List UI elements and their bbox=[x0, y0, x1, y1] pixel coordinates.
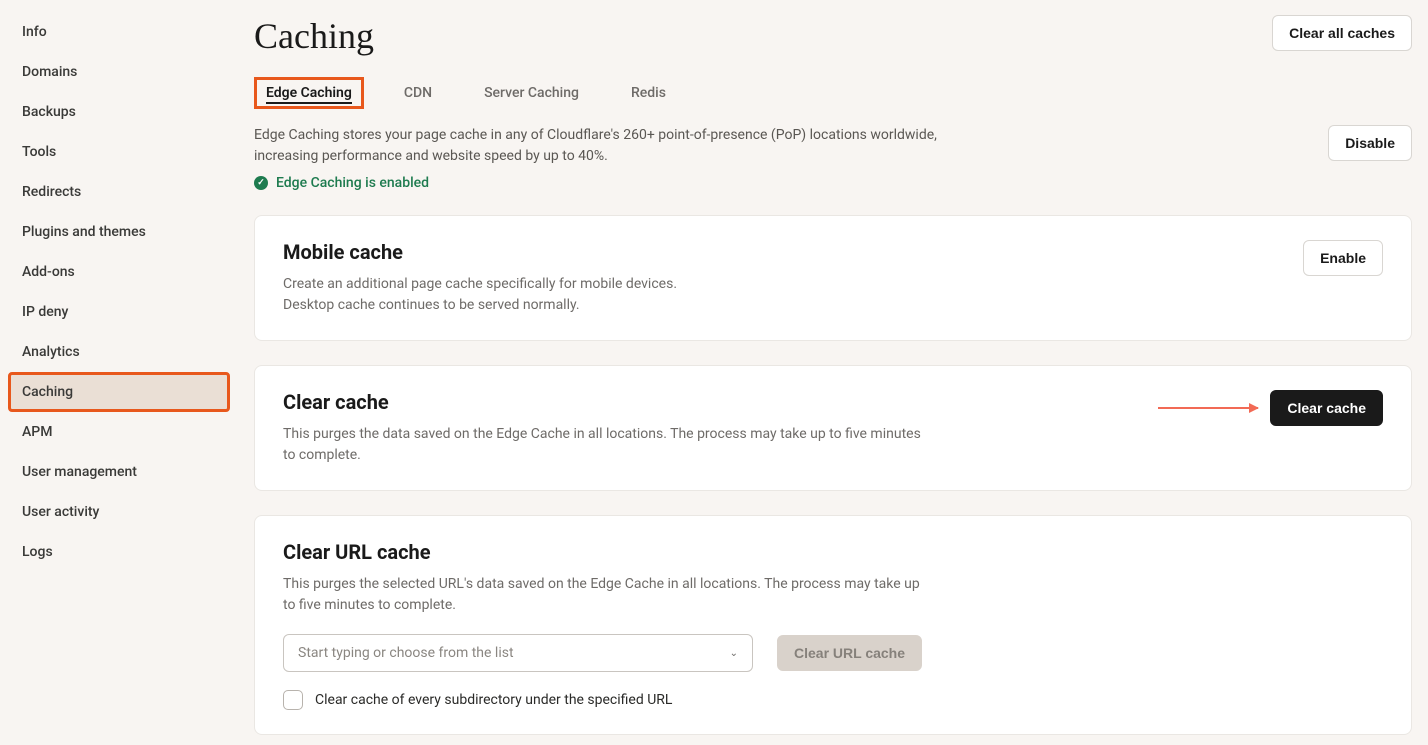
clear-cache-card: Clear cache This purges the data saved o… bbox=[254, 365, 1412, 491]
sidebar-item-info[interactable]: Info bbox=[8, 12, 230, 52]
main-content: Caching Clear all caches Edge Caching CD… bbox=[238, 0, 1428, 745]
sidebar-item-useractivity[interactable]: User activity bbox=[8, 492, 230, 532]
subdirectory-checkbox[interactable] bbox=[283, 690, 303, 710]
tab-redis[interactable]: Redis bbox=[619, 77, 678, 109]
sidebar-item-analytics[interactable]: Analytics bbox=[8, 332, 230, 372]
sidebar-item-tools[interactable]: Tools bbox=[8, 132, 230, 172]
sidebar-item-addons[interactable]: Add-ons bbox=[8, 252, 230, 292]
clear-all-caches-button[interactable]: Clear all caches bbox=[1272, 15, 1412, 51]
page-header: Caching Clear all caches bbox=[254, 15, 1412, 57]
chevron-down-icon: ⌄ bbox=[730, 648, 738, 659]
enable-mobile-cache-button[interactable]: Enable bbox=[1303, 240, 1383, 276]
url-combobox[interactable]: Start typing or choose from the list ⌄ bbox=[283, 634, 753, 672]
sidebar-item-caching[interactable]: Caching bbox=[8, 372, 230, 412]
page-title: Caching bbox=[254, 15, 374, 57]
sidebar-item-ipdeny[interactable]: IP deny bbox=[8, 292, 230, 332]
clear-url-desc: This purges the selected URL's data save… bbox=[283, 574, 923, 616]
status-text: Edge Caching is enabled bbox=[276, 175, 429, 191]
mobile-cache-desc-line1: Create an additional page cache specific… bbox=[283, 276, 677, 292]
sidebar: Info Domains Backups Tools Redirects Plu… bbox=[0, 0, 238, 745]
mobile-cache-card: Mobile cache Create an additional page c… bbox=[254, 215, 1412, 341]
mobile-cache-desc-line2: Desktop cache continues to be served nor… bbox=[283, 297, 580, 313]
clear-url-title: Clear URL cache bbox=[283, 540, 1383, 564]
clear-url-cache-button[interactable]: Clear URL cache bbox=[777, 635, 922, 671]
mobile-cache-desc: Create an additional page cache specific… bbox=[283, 274, 677, 316]
intro-row: Edge Caching stores your page cache in a… bbox=[254, 125, 1412, 167]
mobile-cache-title: Mobile cache bbox=[283, 240, 677, 264]
clear-cache-desc: This purges the data saved on the Edge C… bbox=[283, 424, 923, 466]
disable-button[interactable]: Disable bbox=[1328, 125, 1412, 161]
clear-cache-button[interactable]: Clear cache bbox=[1270, 390, 1383, 426]
clear-cache-title: Clear cache bbox=[283, 390, 923, 414]
sidebar-item-apm[interactable]: APM bbox=[8, 412, 230, 452]
sidebar-item-plugins[interactable]: Plugins and themes bbox=[8, 212, 230, 252]
sidebar-item-logs[interactable]: Logs bbox=[8, 532, 230, 572]
sidebar-item-redirects[interactable]: Redirects bbox=[8, 172, 230, 212]
subdirectory-checkbox-label: Clear cache of every subdirectory under … bbox=[315, 692, 672, 708]
sidebar-item-domains[interactable]: Domains bbox=[8, 52, 230, 92]
sidebar-item-backups[interactable]: Backups bbox=[8, 92, 230, 132]
intro-text: Edge Caching stores your page cache in a… bbox=[254, 125, 974, 167]
clear-url-cache-card: Clear URL cache This purges the selected… bbox=[254, 515, 1412, 735]
url-combobox-placeholder: Start typing or choose from the list bbox=[298, 645, 514, 661]
tab-edge-caching[interactable]: Edge Caching bbox=[254, 77, 364, 109]
tabs: Edge Caching CDN Server Caching Redis bbox=[254, 77, 1412, 109]
sidebar-item-usermgmt[interactable]: User management bbox=[8, 452, 230, 492]
tab-server-caching[interactable]: Server Caching bbox=[472, 77, 591, 109]
tab-cdn[interactable]: CDN bbox=[392, 77, 444, 109]
arrow-annotation bbox=[1158, 407, 1258, 409]
status-row: ✓ Edge Caching is enabled bbox=[254, 175, 1412, 191]
check-circle-icon: ✓ bbox=[254, 176, 268, 190]
